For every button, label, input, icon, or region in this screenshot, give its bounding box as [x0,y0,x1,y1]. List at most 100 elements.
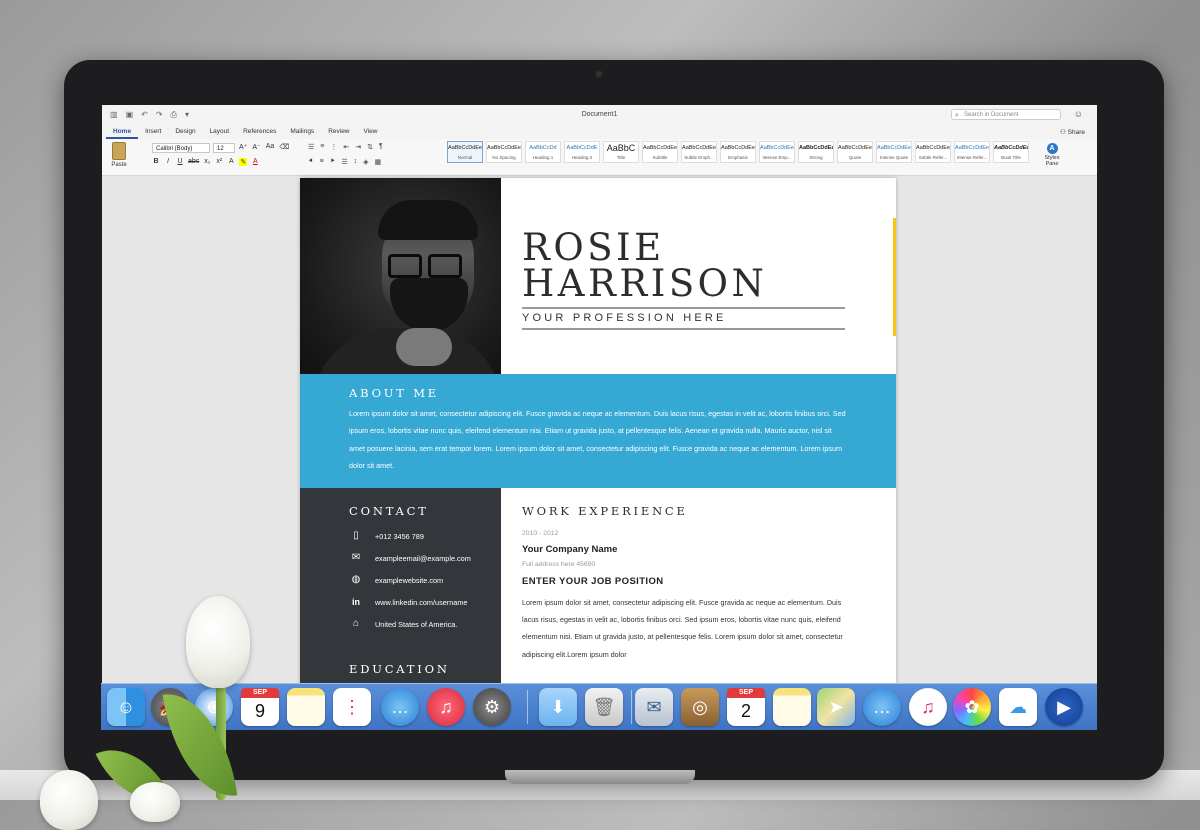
photos-icon[interactable]: ✿ [953,688,991,726]
style-book-title[interactable]: AaBbCcDdEe Book Title [993,141,1029,163]
grow-font-icon[interactable]: A⁺ [239,143,247,151]
line-spacing-icon[interactable]: ↕ [354,158,358,166]
font-size-select[interactable]: 12 [213,143,235,153]
style-quote[interactable]: AaBbCcDdEe Quote [837,141,873,163]
style-name: Book Title [1001,155,1021,160]
finder-icon[interactable]: ☺ [107,688,145,726]
search-input[interactable]: ⌕ Search in Document [951,109,1061,120]
webcam [595,70,603,78]
align-center-icon[interactable]: ≡ [320,158,324,166]
tab-view[interactable]: View [357,126,385,139]
style-no-spacing[interactable]: AaBbCcDdEe No Spacing [486,141,522,163]
style-intense-emphasis[interactable]: AaBbCcDdEe Intense Emp... [759,141,795,163]
style-intense-reference[interactable]: AaBbCcDdEe Intense Refer... [954,141,990,163]
font-family-select[interactable]: Calibri (Body) [152,143,210,153]
share-button[interactable]: ⚇ Share [1060,128,1085,136]
show-marks-icon[interactable]: ¶ [379,143,383,151]
notes-icon[interactable] [287,688,325,726]
font-size-tools: A⁺ A⁻ Aa ⌫ [239,143,289,151]
sort-icon[interactable]: ⇅ [367,143,373,151]
photo-glasses-right [428,254,462,278]
photo-booth-icon[interactable]: ▶ [1045,688,1083,726]
calendar-icon[interactable]: SEP 9 [241,688,279,726]
italic-icon[interactable]: I [164,158,172,166]
style-subtitle[interactable]: AaBbCcDdEe Subtitle [642,141,678,163]
resume-page[interactable]: ROSIE HARRISON YOUR PROFESSION HERE ABOU… [300,178,896,688]
style-name: No Spacing [492,155,516,160]
multilevel-list-icon[interactable]: ⋮ [330,143,337,151]
tab-references[interactable]: References [236,126,283,139]
education-title: EDUCATION [349,662,450,676]
shrink-font-icon[interactable]: A⁻ [252,143,260,151]
laptop-base [505,770,695,784]
style-subtle-reference[interactable]: AaBbCcDdEe Subtle Refer... [915,141,951,163]
tab-design[interactable]: Design [168,126,202,139]
messages-icon[interactable]: … [381,688,419,726]
mail-stamp-icon[interactable]: ✉ [635,688,673,726]
maps-icon[interactable]: ➤ [817,688,855,726]
search-icon: ⌕ [955,112,959,119]
style-title[interactable]: AaBbC Title [603,141,639,163]
style-sample: AaBbCcDdEe [916,145,950,151]
tab-review[interactable]: Review [321,126,356,139]
subscript-icon[interactable]: x₂ [203,158,211,166]
icloud-icon[interactable]: ☁ [999,688,1037,726]
underline-icon[interactable]: U [176,158,184,166]
messages-icon-2[interactable]: … [863,688,901,726]
align-right-icon[interactable]: ⯈ [330,158,336,166]
shading-icon[interactable]: ◈ [363,158,368,166]
style-subtle-emphasis[interactable]: AaBbCcDdEe Subtle Emph... [681,141,717,163]
style-emphasis[interactable]: AaBbCcDdEe Emphasis [720,141,756,163]
dock: ☺ 🚀 ⊕ SEP 9 ⋮ … ♫ ⚙ ⬇ 🗑 ✉ ◎ SEP 2 ➤ … ♫ … [101,683,1097,730]
bullets-icon[interactable]: ☰ [308,143,314,151]
style-strong[interactable]: AaBbCcDdEe Strong [798,141,834,163]
numbering-icon[interactable]: ≡ [320,143,324,151]
style-name: Subtle Emph... [684,155,714,160]
calendar-icon-2[interactable]: SEP 2 [727,688,765,726]
clear-format-icon[interactable]: ⌫ [279,143,289,151]
style-intense-quote[interactable]: AaBbCcDdEe Intense Quote [876,141,912,163]
styles-pane-button[interactable]: A Styles Pane [1041,143,1063,167]
tab-insert[interactable]: Insert [138,126,168,139]
font-color-icon[interactable]: A [251,158,259,166]
bold-icon[interactable]: B [152,158,160,166]
superscript-icon[interactable]: x² [215,158,223,166]
decrease-indent-icon[interactable]: ⇤ [343,143,349,151]
paste-label: Paste [111,162,127,168]
borders-icon[interactable]: ▦ [374,158,381,166]
style-sample: AaBbCcDdEe [838,145,872,151]
profile-photo [300,178,501,374]
linkedin-icon: in [352,597,360,607]
reminders-icon[interactable]: ⋮ [333,688,371,726]
contacts-icon[interactable]: ◎ [681,688,719,726]
paste-button[interactable]: Paste [108,142,130,168]
style-heading-2[interactable]: AaBbCcDdE Heading 2 [564,141,600,163]
style-name: Intense Quote [879,155,909,160]
style-name: Title [616,155,626,160]
tab-layout[interactable]: Layout [203,126,237,139]
notes-icon-2[interactable] [773,688,811,726]
music-icon[interactable]: ♫ [427,688,465,726]
about-title: ABOUT ME [349,386,439,400]
justify-icon[interactable]: ☰ [341,158,347,166]
work-company: Your Company Name [522,544,618,555]
tab-mailings[interactable]: Mailings [283,126,321,139]
change-case-icon[interactable]: Aa [266,143,275,151]
itunes-icon[interactable]: ♫ [909,688,947,726]
strikethrough-icon[interactable]: abc [188,158,199,166]
style-heading-1[interactable]: AaBbCcDd Heading 1 [525,141,561,163]
align-left-icon[interactable]: ⯇ [308,158,314,166]
downloads-folder-icon[interactable]: ⬇ [539,688,577,726]
feedback-smiley-icon[interactable]: ☺ [1074,109,1083,119]
text-effects-icon[interactable]: A [227,158,235,166]
system-preferences-icon[interactable]: ⚙ [473,688,511,726]
increase-indent-icon[interactable]: ⇥ [355,143,361,151]
share-label: Share [1067,129,1085,136]
highlight-icon[interactable]: ✎ [239,158,248,166]
style-normal[interactable]: AaBbCcDdEe Normal [447,141,483,163]
ribbon-tabs: Home Insert Design Layout References Mai… [102,125,1097,139]
phone-icon: ▯ [353,530,359,541]
trash-icon[interactable]: 🗑 [585,688,623,726]
work-experience-title: WORK EXPERIENCE [522,504,688,518]
tab-home[interactable]: Home [106,126,139,139]
